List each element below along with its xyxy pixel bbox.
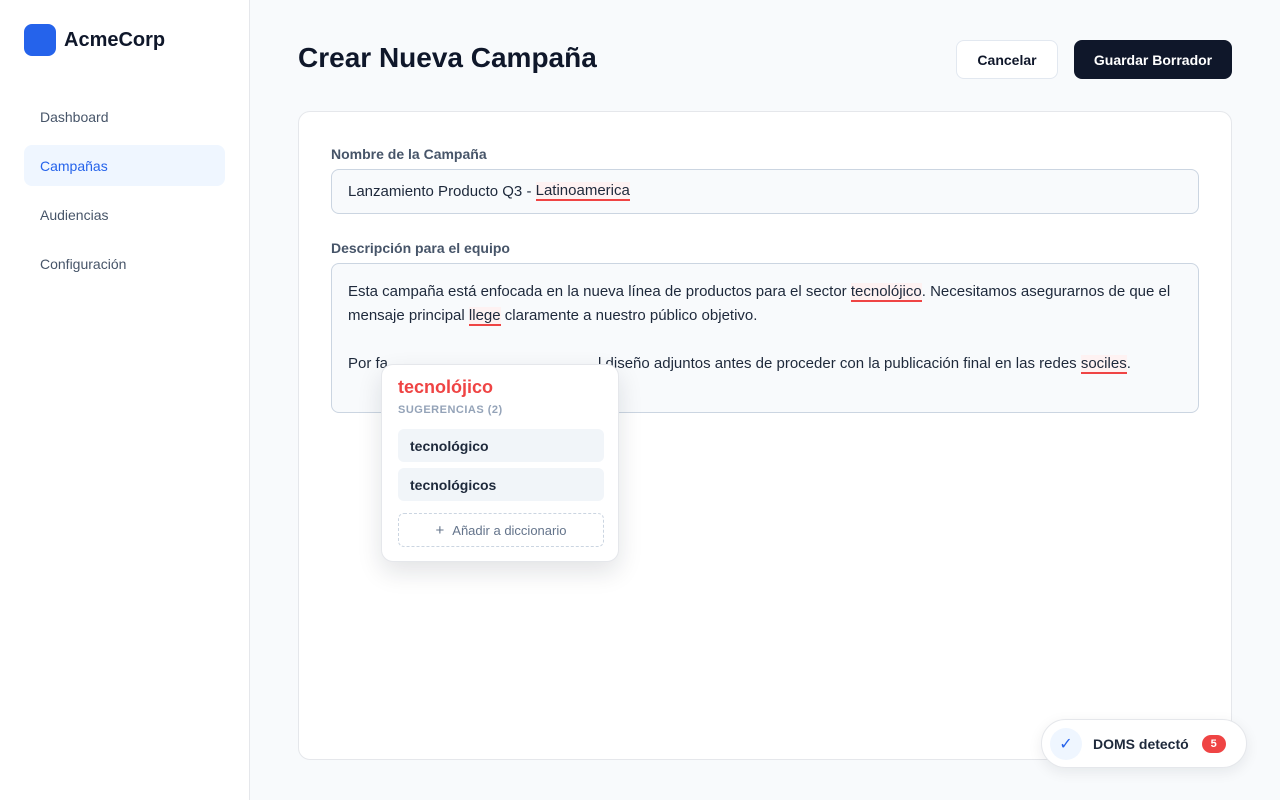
spellcheck-word: tecnolójico: [398, 377, 494, 397]
add-to-dictionary-button[interactable]: + Añadir a diccionario: [398, 513, 604, 547]
sidebar-item-audiences[interactable]: Audiencias: [24, 194, 225, 235]
sidebar-item-settings[interactable]: Configuración: [24, 243, 225, 284]
plus-icon: +: [435, 521, 445, 539]
suggestion-item[interactable]: tecnológicos: [398, 468, 604, 501]
doms-status-toast[interactable]: ✓ DOMS detectó 5: [1041, 719, 1247, 768]
description-text: Esta campaña está enfocada en la nueva l…: [348, 283, 851, 300]
page-title: Crear Nueva Campaña: [298, 42, 597, 73]
brand-name: AcmeCorp: [64, 28, 166, 51]
sidebar: AcmeCorp Dashboard Campañas Audiencias C…: [0, 0, 250, 800]
toast-text: DOMS detectó: [1093, 735, 1189, 752]
description-label: Descripción para el equipo: [331, 240, 510, 256]
sidebar-item-campaigns[interactable]: Campañas: [24, 145, 225, 186]
campaign-name-input[interactable]: Lanzamiento Producto Q3 - Latinoamerica: [331, 169, 1199, 214]
campaign-name-label: Nombre de la Campaña: [331, 146, 487, 162]
check-icon: ✓: [1050, 727, 1082, 760]
sidebar-item-dashboard[interactable]: Dashboard: [24, 96, 225, 137]
save-draft-button[interactable]: Guardar Borrador: [1074, 40, 1232, 79]
sidebar-nav: Dashboard Campañas Audiencias Configurac…: [24, 96, 225, 292]
misspelled-word[interactable]: llege: [468, 307, 501, 326]
brand[interactable]: AcmeCorp: [24, 24, 165, 56]
description-paragraph: Esta campaña está enfocada en la nueva l…: [348, 280, 1182, 328]
cancel-button[interactable]: Cancelar: [956, 40, 1058, 79]
description-text: l diseño adjuntos antes de proceder con …: [598, 355, 1081, 372]
suggestion-item[interactable]: tecnológico: [398, 429, 604, 462]
campaign-name-text: Lanzamiento Producto Q3 -: [348, 183, 536, 200]
description-text: claramente a nuestro público objetivo.: [500, 307, 758, 324]
misspelled-word[interactable]: Latinoamerica: [535, 182, 630, 201]
error-count-badge: 5: [1201, 734, 1226, 753]
spellcheck-popover: tecnolójico SUGERENCIAS (2) tecnológico …: [381, 364, 619, 562]
add-to-dictionary-label: Añadir a diccionario: [452, 522, 567, 538]
brand-logo: [24, 24, 56, 56]
misspelled-word[interactable]: sociles: [1080, 355, 1127, 374]
misspelled-word[interactable]: tecnolójico: [850, 283, 922, 302]
description-text: .: [1126, 355, 1131, 372]
suggestions-header: SUGERENCIAS (2): [398, 404, 503, 416]
